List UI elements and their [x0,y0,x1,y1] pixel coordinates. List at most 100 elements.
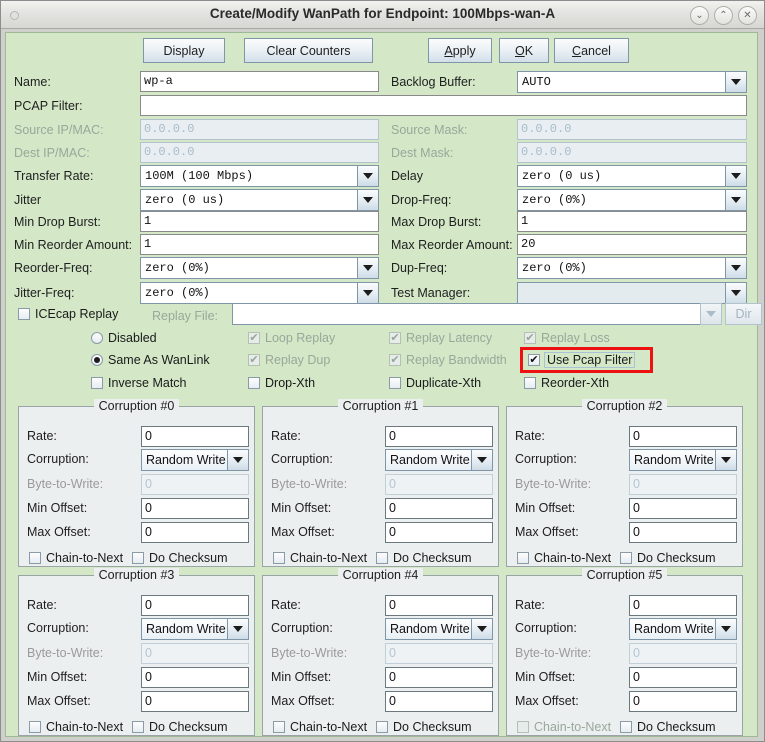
rate-input-0[interactable]: 0 [141,426,249,447]
do-checksum-checkbox-3[interactable]: Do Checksum [132,720,228,734]
do-checksum-checkbox-2[interactable]: Do Checksum [620,551,716,565]
do-checksum-checkbox-4[interactable]: Do Checksum [376,720,472,734]
do-checksum-label: Do Checksum [149,551,228,565]
corruption-combo-1[interactable]: Random Write [385,449,493,471]
rate-input-1[interactable]: 0 [385,426,493,447]
maximize-icon[interactable]: ⌃ [714,6,733,25]
max-offset-input-4[interactable]: 0 [385,691,493,712]
clear-counters-button[interactable]: Clear Counters [244,38,373,63]
max-offset-label: Max Offset: [271,694,335,708]
chain-to-next-checkbox-2[interactable]: Chain-to-Next [517,551,611,565]
max-drop-burst-input[interactable]: 1 [517,211,747,232]
max-offset-input-0[interactable]: 0 [141,522,249,543]
chevron-down-icon[interactable] [357,189,379,211]
dup-freq-combo[interactable]: zero (0%) [517,257,747,279]
do-checksum-label: Do Checksum [149,720,228,734]
icecap-replay-checkbox[interactable]: ICEcap Replay [18,307,118,321]
jitter-freq-combo[interactable]: zero (0%) [140,282,379,304]
same-as-wanlink-radio[interactable]: Same As WanLink [91,353,210,367]
checkbox-checked-icon: ✔ [528,353,540,366]
reorder-xth-checkbox[interactable]: Reorder-Xth [524,376,609,390]
transfer-rate-combo[interactable]: 100M (100 Mbps) [140,165,379,187]
pcap-filter-input[interactable] [140,95,747,116]
replay-bandwidth-label: Replay Bandwidth [406,353,507,367]
max-offset-input-1[interactable]: 0 [385,522,493,543]
max-offset-input-2[interactable]: 0 [629,522,737,543]
chevron-down-icon[interactable] [227,618,249,640]
name-input[interactable]: wp-a [140,71,379,92]
chevron-down-icon[interactable] [227,449,249,471]
inverse-match-checkbox[interactable]: Inverse Match [91,376,187,390]
chevron-down-icon[interactable] [725,189,747,211]
chevron-down-icon[interactable] [725,282,747,304]
jitter-combo[interactable]: zero (0 us) [140,189,379,211]
rate-input-4[interactable]: 0 [385,595,493,616]
corruption-combo-2[interactable]: Random Write [629,449,737,471]
rate-input-5[interactable]: 0 [629,595,737,616]
corruption-combo-5[interactable]: Random Write [629,618,737,640]
chevron-down-icon[interactable] [471,449,493,471]
min-offset-input-5[interactable]: 0 [629,667,737,688]
chain-to-next-checkbox-0[interactable]: Chain-to-Next [29,551,123,565]
min-offset-input-3[interactable]: 0 [141,667,249,688]
chevron-down-icon[interactable] [715,449,737,471]
do-checksum-checkbox-5[interactable]: Do Checksum [620,720,716,734]
drop-xth-checkbox[interactable]: Drop-Xth [248,376,315,390]
checkbox-checked-icon: ✔ [389,353,401,366]
corruption-group-title-0: Corruption #0 [19,399,254,413]
reorder-freq-combo[interactable]: zero (0%) [140,257,379,279]
cancel-button[interactable]: Cancel [554,38,629,63]
chevron-down-icon[interactable] [715,618,737,640]
close-icon[interactable]: ✕ [738,6,757,25]
drop-freq-combo[interactable]: zero (0%) [517,189,747,211]
min-offset-input-1[interactable]: 0 [385,498,493,519]
corruption-combo-3[interactable]: Random Write [141,618,249,640]
chevron-down-icon[interactable] [357,165,379,187]
min-offset-input-0[interactable]: 0 [141,498,249,519]
chevron-down-icon[interactable] [357,282,379,304]
jitter-value: zero (0 us) [140,189,357,211]
chevron-down-icon[interactable] [725,257,747,279]
corruption-combo-4[interactable]: Random Write [385,618,493,640]
test-manager-combo[interactable] [517,282,747,304]
min-drop-burst-input[interactable]: 1 [140,211,379,232]
max-reorder-amount-input[interactable]: 20 [517,234,747,255]
min-offset-label: Min Offset: [515,670,576,684]
display-button[interactable]: Display [143,38,225,63]
min-reorder-amount-input[interactable]: 1 [140,234,379,255]
delay-value: zero (0 us) [517,165,725,187]
apply-button[interactable]: Apply [428,38,492,63]
chain-to-next-checkbox-4[interactable]: Chain-to-Next [273,720,367,734]
duplicate-xth-checkbox[interactable]: Duplicate-Xth [389,376,481,390]
do-checksum-checkbox-1[interactable]: Do Checksum [376,551,472,565]
main-panel: Display Clear Counters Apply OK Cancel N… [5,32,762,737]
chevron-down-icon[interactable] [471,618,493,640]
chevron-down-icon[interactable] [725,165,747,187]
disabled-radio[interactable]: Disabled [91,331,157,345]
rate-input-3[interactable]: 0 [141,595,249,616]
use-pcap-filter-checkbox[interactable]: ✔ Use Pcap Filter [528,352,636,368]
do-checksum-checkbox-0[interactable]: Do Checksum [132,551,228,565]
byte-to-write-label: Byte-to-Write: [515,477,592,491]
minimize-icon[interactable]: ⌄ [690,6,709,25]
max-offset-input-5[interactable]: 0 [629,691,737,712]
corruption-combo-0[interactable]: Random Write [141,449,249,471]
chevron-down-icon[interactable] [357,257,379,279]
min-offset-input-2[interactable]: 0 [629,498,737,519]
corruption-label: Corruption: [271,452,333,466]
max-reorder-amount-label: Max Reorder Amount: [391,238,513,252]
corruption-value: Random Write [629,449,715,471]
chain-to-next-checkbox-3[interactable]: Chain-to-Next [29,720,123,734]
backlog-buffer-combo[interactable]: AUTO [517,71,747,93]
delay-combo[interactable]: zero (0 us) [517,165,747,187]
dup-freq-label: Dup-Freq: [391,261,448,275]
max-offset-input-3[interactable]: 0 [141,691,249,712]
dest-ip-label: Dest IP/MAC: [14,146,90,160]
checkbox-checked-icon: ✔ [389,331,401,344]
source-mask-label: Source Mask: [391,123,468,137]
min-offset-input-4[interactable]: 0 [385,667,493,688]
ok-button[interactable]: OK [499,38,549,63]
chevron-down-icon[interactable] [725,71,747,93]
chain-to-next-checkbox-1[interactable]: Chain-to-Next [273,551,367,565]
rate-input-2[interactable]: 0 [629,426,737,447]
